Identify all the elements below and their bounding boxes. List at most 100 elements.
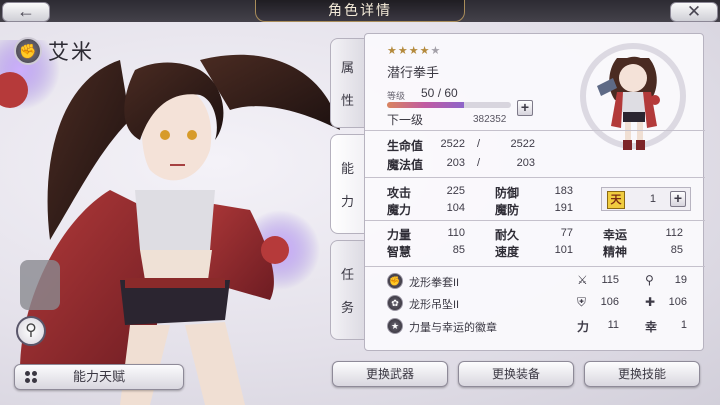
divider <box>365 177 705 178</box>
tab-tasks-char-2: 务 <box>340 300 354 315</box>
star-empty-icon: ★ <box>430 45 442 57</box>
hp-max: 2522 <box>510 138 535 150</box>
luck-value: 112 <box>665 227 683 239</box>
class-name: 潜行拳手 <box>387 65 440 80</box>
wand-icon: ⚲ <box>645 273 654 287</box>
equipment-name: 力量与幸运的徽章 <box>409 322 497 334</box>
level-label: 等级 <box>387 91 406 101</box>
plus-icon: + <box>673 190 683 206</box>
change-skill-button[interactable]: 更换技能 <box>584 361 700 387</box>
tab-attributes-char-2: 性 <box>340 93 354 108</box>
mp-max: 203 <box>516 157 535 169</box>
back-arrow-icon: ← <box>17 1 35 21</box>
attack-value: 225 <box>446 185 465 197</box>
character-name: 艾米 <box>48 41 94 64</box>
tab-attributes-char-1: 属 <box>340 60 354 75</box>
character-info-panel: ★★★★★ 潜行拳手 等级 50 / 60 + 下一级 382352 生命值 2… <box>364 33 705 351</box>
level-max: 60 <box>444 86 458 100</box>
mp-current: 203 <box>446 157 465 169</box>
magic-value: 104 <box>446 202 465 214</box>
endurance-label: 耐久 <box>495 228 520 242</box>
character-name-row: ✊ 艾米 <box>14 36 94 66</box>
luck-stat-icon: 幸 <box>645 320 658 334</box>
shield-icon: ⛨ <box>577 295 587 309</box>
badge-slot: 天 1 + <box>601 187 691 211</box>
strength-label: 力量 <box>387 228 412 242</box>
fist-emblem-icon: ✊ <box>14 37 42 65</box>
hp-separator: / <box>477 138 481 150</box>
speed-label: 速度 <box>495 245 520 259</box>
star-icon: ★ <box>419 45 431 57</box>
change-equipment-button[interactable]: 更换装备 <box>458 361 574 387</box>
hp-current: 2522 <box>440 138 465 150</box>
mp-separator: / <box>477 157 481 169</box>
add-exp-button[interactable]: + <box>517 100 533 116</box>
talent-button-label: 能力天赋 <box>72 369 125 384</box>
tab-abilities-char-1: 能 <box>340 161 354 176</box>
equipment-stat-2: 106 <box>668 296 687 308</box>
tian-badge-icon: 天 <box>607 191 625 209</box>
badge-count: 1 <box>649 193 656 205</box>
fist-icon: ✊ <box>387 273 403 289</box>
divider <box>365 266 705 267</box>
star-rating: ★★★★★ <box>387 44 441 57</box>
pendant-icon: ✿ <box>387 295 403 311</box>
sword-icon: ⚔ <box>577 273 588 287</box>
hp-label: 生命值 <box>387 139 424 153</box>
plus-icon: + <box>520 99 530 115</box>
strength-stat-icon: 力 <box>577 320 590 334</box>
equipment-stat-2: 19 <box>674 274 687 286</box>
equipment-name: 龙形吊坠II <box>409 299 460 311</box>
close-button[interactable]: ✕ <box>670 2 718 22</box>
spirit-label: 精神 <box>603 245 628 259</box>
divider <box>365 220 705 221</box>
talent-button[interactable]: 能力天赋 <box>14 364 184 390</box>
equipment-stat-1: 115 <box>601 274 619 286</box>
back-button[interactable]: ← <box>2 2 50 22</box>
star-icon: ★ <box>397 45 409 57</box>
attack-label: 攻击 <box>387 186 412 200</box>
equipment-row[interactable]: ✊ 龙形拳套II ⚔ 115 ⚲ 19 <box>387 273 697 291</box>
equipment-row[interactable]: ★ 力量与幸运的徽章 力 11 幸 1 <box>387 318 697 336</box>
magic-label: 魔力 <box>387 203 412 217</box>
four-dots-icon <box>25 371 37 383</box>
tab-attributes[interactable]: 属 性 <box>330 38 364 128</box>
magic-defense-value: 191 <box>554 202 573 214</box>
star-icon: ★ <box>408 45 420 57</box>
equipment-row[interactable]: ✿ 龙形吊坠II ⛨ 106 ✚ 106 <box>387 295 697 313</box>
equipment-stat-1: 106 <box>600 296 619 308</box>
defense-value: 183 <box>554 185 573 197</box>
change-weapon-button[interactable]: 更换武器 <box>332 361 448 387</box>
equipment-stat-1: 11 <box>607 319 619 331</box>
star-icon: ★ <box>387 45 398 57</box>
luck-label: 幸运 <box>603 228 628 242</box>
chibi-avatar <box>580 43 686 150</box>
zoom-button[interactable]: ⚲ <box>16 316 46 346</box>
magic-defense-label: 魔防 <box>495 203 520 217</box>
defense-label: 防御 <box>495 186 520 200</box>
badge-icon: ★ <box>387 318 403 334</box>
exp-bar-fill <box>387 102 464 108</box>
exp-bar <box>387 102 511 108</box>
level-current: 50 <box>421 86 435 100</box>
tab-abilities[interactable]: 能 力 <box>330 134 364 234</box>
divider <box>365 130 705 131</box>
tab-tasks[interactable]: 任 务 <box>330 240 364 340</box>
cross-shield-icon: ✚ <box>645 295 656 309</box>
profile-section: ★★★★★ 潜行拳手 等级 50 / 60 + 下一级 382352 <box>365 34 705 150</box>
endurance-value: 77 <box>560 227 573 239</box>
spirit-value: 85 <box>670 244 683 256</box>
level-value: 50 / 60 <box>421 86 458 100</box>
tab-tasks-char-1: 任 <box>340 267 354 282</box>
next-level-exp: 382352 <box>473 114 507 125</box>
equipment-name: 龙形拳套II <box>409 277 460 289</box>
character-portrait <box>0 40 340 405</box>
add-badge-button[interactable]: + <box>670 191 686 207</box>
mp-label: 魔法值 <box>387 158 424 172</box>
close-x-icon: ✕ <box>686 2 702 21</box>
page-title: 角色详情 <box>255 0 465 22</box>
next-level-label: 下一级 <box>387 113 424 127</box>
speed-value: 101 <box>554 244 573 256</box>
wisdom-value: 85 <box>452 244 465 256</box>
tab-abilities-char-2: 力 <box>340 194 354 209</box>
